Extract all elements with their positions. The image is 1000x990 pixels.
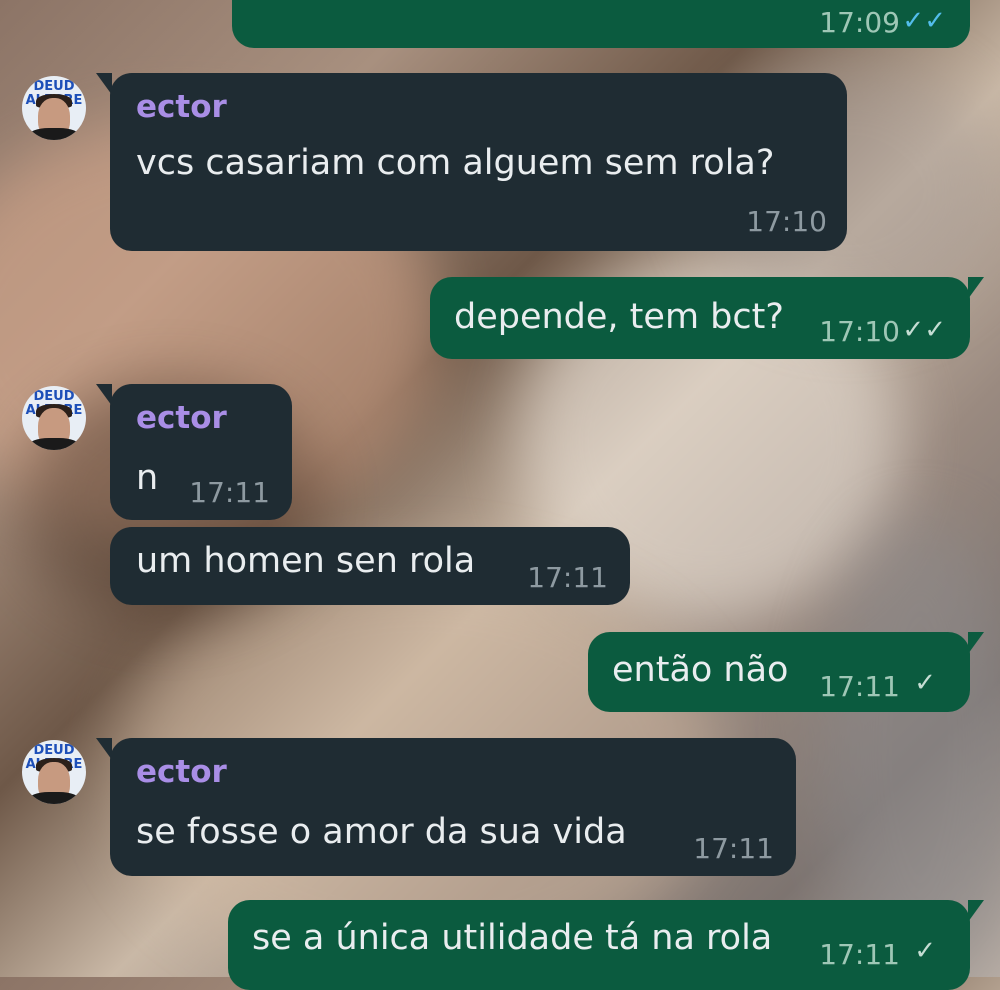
message-time: 17:11: [819, 670, 900, 703]
single-check-icon: ✓: [914, 668, 936, 698]
sender-name: ector: [136, 754, 227, 790]
message-text: se a única utilidade tá na rola: [252, 918, 773, 958]
double-check-icon: ✓✓: [902, 6, 946, 36]
message-bubble-incoming[interactable]: ector se fosse o amor da sua vida 17:11: [96, 738, 796, 876]
message-text: vcs casariam com alguem sem rola?: [136, 143, 775, 183]
message-text: n: [136, 458, 159, 498]
message-text: depende, tem bct?: [454, 297, 784, 337]
message-bubble-incoming[interactable]: um homen sen rola 17:11: [110, 527, 630, 605]
message-text: um homen sen rola: [136, 541, 476, 581]
message-time: 17:09: [819, 6, 900, 39]
avatar[interactable]: DEUD ALEGRE: [22, 76, 86, 140]
message-time: 17:10: [746, 205, 827, 238]
double-check-icon: ✓✓: [902, 315, 946, 345]
message-bubble-outgoing[interactable]: depende, tem bct? 17:10 ✓✓: [430, 277, 984, 359]
avatar[interactable]: DEUD ALEGRE: [22, 386, 86, 450]
avatar[interactable]: DEUD ALEGRE: [22, 740, 86, 804]
message-time: 17:10: [819, 315, 900, 348]
sender-name: ector: [136, 400, 227, 436]
message-time: 17:11: [527, 561, 608, 594]
sender-name: ector: [136, 89, 227, 125]
message-bubble-outgoing[interactable]: então não 17:11 ✓: [588, 632, 984, 712]
message-bubble-incoming[interactable]: ector n 17:11: [96, 384, 292, 520]
message-text: então não: [612, 650, 789, 690]
message-time: 17:11: [693, 832, 774, 865]
message-bubble-incoming[interactable]: ector vcs casariam com alguem sem rola? …: [96, 73, 847, 251]
message-bubble-outgoing[interactable]: 17:09 ✓✓: [232, 0, 970, 48]
message-time: 17:11: [189, 476, 270, 509]
message-time: 17:11: [819, 938, 900, 971]
message-text: se fosse o amor da sua vida: [136, 812, 627, 852]
single-check-icon: ✓: [914, 936, 936, 966]
